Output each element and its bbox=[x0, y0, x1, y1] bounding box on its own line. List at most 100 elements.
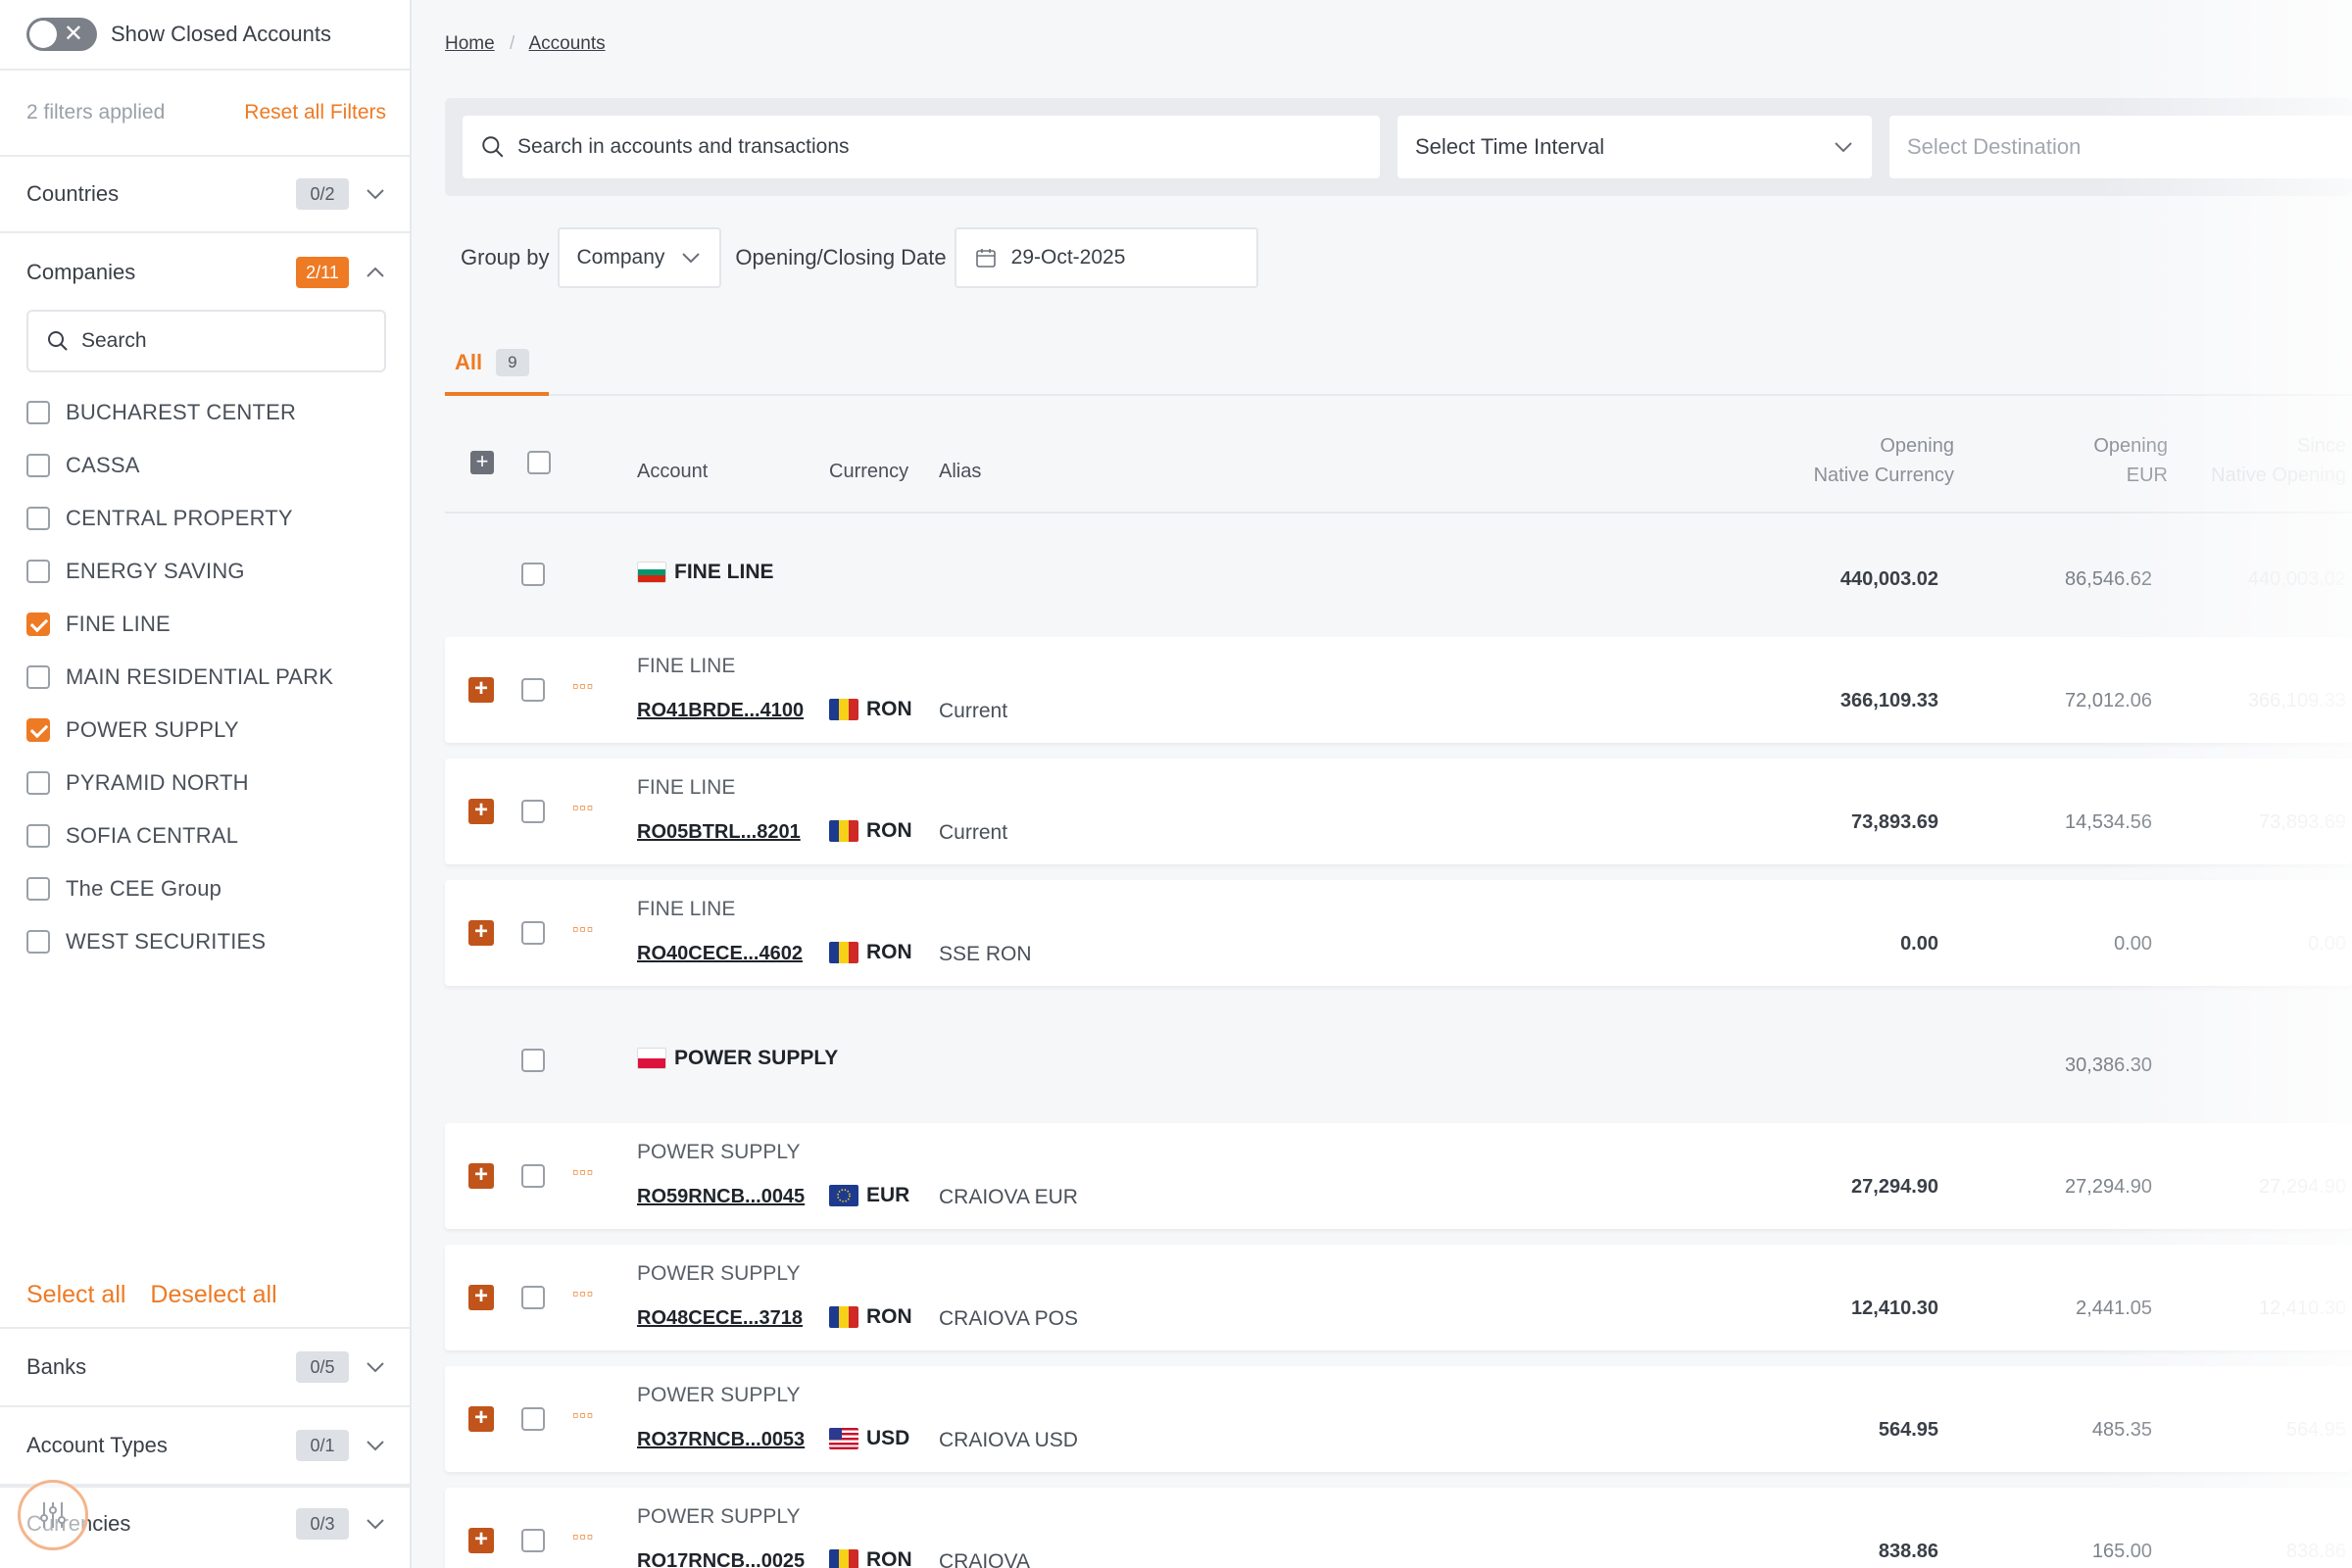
company-option[interactable]: ENERGY SAVING bbox=[0, 545, 410, 598]
account-row[interactable]: + ▫▫▫ POWER SUPPLY RO48CECE...3718 RON CRAIOV… bbox=[445, 1245, 2352, 1350]
row-menu-icon[interactable]: ▫▫▫ bbox=[572, 1527, 594, 1547]
accounts-main: Home / Accounts Search in accounts and t… bbox=[412, 0, 2352, 1568]
currency-cell: RON bbox=[829, 698, 912, 721]
company-option[interactable]: MAIN RESIDENTIAL PARK bbox=[0, 651, 410, 704]
company-option[interactable]: BUCHAREST CENTER bbox=[0, 386, 410, 439]
banks-badge: 0/5 bbox=[296, 1351, 349, 1383]
group-by-select[interactable]: Company bbox=[557, 227, 722, 288]
row-checkbox[interactable] bbox=[521, 921, 545, 945]
row-checkbox[interactable] bbox=[521, 1529, 545, 1552]
currency-code: RON bbox=[866, 819, 912, 842]
date-picker[interactable]: 29-Oct-2025 bbox=[954, 227, 1258, 288]
countries-filter-header[interactable]: Countries 0/2 bbox=[0, 157, 410, 233]
company-checkbox[interactable] bbox=[26, 877, 50, 901]
companies-filter-header[interactable]: Companies 2/11 bbox=[0, 235, 410, 310]
company-checkbox[interactable] bbox=[26, 718, 50, 742]
company-option-label: CENTRAL PROPERTY bbox=[66, 506, 293, 530]
account-number-link[interactable]: RO17RNCB...0025 bbox=[637, 1550, 805, 1568]
table-header: + Account Currency Alias Opening Native … bbox=[445, 412, 2352, 514]
company-option[interactable]: CENTRAL PROPERTY bbox=[0, 492, 410, 545]
row-checkbox[interactable] bbox=[521, 1286, 545, 1309]
expand-row-button[interactable]: + bbox=[468, 920, 494, 946]
select-all-checkbox[interactable] bbox=[527, 451, 551, 474]
account-row[interactable]: + ▫▫▫ FINE LINE RO41BRDE...4100 RON Current 36… bbox=[445, 637, 2352, 743]
company-checkbox[interactable] bbox=[26, 560, 50, 583]
row-checkbox[interactable] bbox=[521, 1164, 545, 1188]
company-option[interactable]: CASSA bbox=[0, 439, 410, 492]
company-option[interactable]: The CEE Group bbox=[0, 862, 410, 915]
breadcrumb-accounts[interactable]: Accounts bbox=[528, 33, 605, 54]
row-menu-icon[interactable]: ▫▫▫ bbox=[572, 1405, 594, 1426]
account-number-link[interactable]: RO40CECE...4602 bbox=[637, 943, 803, 965]
chevron-down-icon bbox=[367, 189, 384, 200]
currency-header: Currency bbox=[829, 461, 909, 482]
companies-search-input[interactable]: Search bbox=[26, 310, 386, 372]
row-menu-icon[interactable]: ▫▫▫ bbox=[572, 919, 594, 940]
reset-filters-link[interactable]: Reset all Filters bbox=[244, 101, 386, 124]
expand-all-button[interactable]: + bbox=[470, 451, 494, 474]
deselect-all-link[interactable]: Deselect all bbox=[150, 1281, 276, 1308]
company-checkbox[interactable] bbox=[26, 507, 50, 530]
chevron-down-icon bbox=[367, 1441, 384, 1451]
currency-code: RON bbox=[866, 1305, 912, 1328]
expand-row-button[interactable]: + bbox=[468, 677, 494, 703]
accounts-search-input[interactable]: Search in accounts and transactions bbox=[463, 116, 1380, 178]
expand-row-button[interactable]: + bbox=[468, 1285, 494, 1310]
group-checkbox[interactable] bbox=[521, 1049, 545, 1072]
company-checkbox[interactable] bbox=[26, 930, 50, 954]
row-checkbox[interactable] bbox=[521, 1407, 545, 1431]
company-option[interactable]: SOFIA CENTRAL bbox=[0, 809, 410, 862]
row-checkbox[interactable] bbox=[521, 678, 545, 702]
account-row[interactable]: + ▫▫▫ POWER SUPPLY RO17RNCB...0025 RON CRAIOV… bbox=[445, 1488, 2352, 1568]
third-column-value: 838.86 bbox=[2285, 1541, 2346, 1562]
third-column-value: 73,893.69 bbox=[2259, 811, 2346, 833]
destination-select[interactable]: Select Destination bbox=[1889, 116, 2352, 178]
row-checkbox[interactable] bbox=[521, 800, 545, 823]
group-by-value: Company bbox=[576, 246, 665, 269]
account-number-link[interactable]: RO37RNCB...0053 bbox=[637, 1429, 805, 1451]
company-checkbox[interactable] bbox=[26, 454, 50, 477]
company-option[interactable]: WEST SECURITIES bbox=[0, 915, 410, 968]
company-option[interactable]: PYRAMID NORTH bbox=[0, 757, 410, 809]
row-menu-icon[interactable]: ▫▫▫ bbox=[572, 1162, 594, 1183]
expand-row-button[interactable]: + bbox=[468, 1406, 494, 1432]
account-number-link[interactable]: RO05BTRL...8201 bbox=[637, 821, 801, 844]
company-option-label: The CEE Group bbox=[66, 876, 222, 901]
group-name: FINE LINE bbox=[637, 561, 774, 584]
company-checkbox[interactable] bbox=[26, 612, 50, 636]
select-all-link[interactable]: Select all bbox=[26, 1281, 125, 1308]
countries-label: Countries bbox=[26, 181, 120, 206]
company-checkbox[interactable] bbox=[26, 665, 50, 689]
opening-eur-value: 485.35 bbox=[2091, 1419, 2152, 1441]
tab-all[interactable]: All 9 bbox=[445, 333, 549, 396]
row-menu-icon[interactable]: ▫▫▫ bbox=[572, 676, 594, 697]
company-option[interactable]: POWER SUPPLY bbox=[0, 704, 410, 757]
row-menu-icon[interactable]: ▫▫▫ bbox=[572, 798, 594, 818]
row-company-label: POWER SUPPLY bbox=[637, 1505, 801, 1528]
company-checkbox[interactable] bbox=[26, 771, 50, 795]
row-menu-icon[interactable]: ▫▫▫ bbox=[572, 1284, 594, 1304]
account-number-link[interactable]: RO41BRDE...4100 bbox=[637, 700, 804, 722]
company-checkbox[interactable] bbox=[26, 824, 50, 848]
time-interval-select[interactable]: Select Time Interval bbox=[1397, 116, 1872, 178]
company-checkbox[interactable] bbox=[26, 401, 50, 424]
account-row[interactable]: + ▫▫▫ POWER SUPPLY RO59RNCB...0045 EUR CRAIOV… bbox=[445, 1123, 2352, 1229]
opening-native-value: 366,109.33 bbox=[1839, 690, 1938, 711]
account-number-link[interactable]: RO59RNCB...0045 bbox=[637, 1186, 805, 1208]
account-row[interactable]: + ▫▫▫ FINE LINE RO05BTRL...8201 RON Current 73… bbox=[445, 759, 2352, 864]
filter-settings-button[interactable] bbox=[18, 1480, 88, 1550]
account-row[interactable]: + ▫▫▫ FINE LINE RO40CECE...4602 RON SSE RON 0.… bbox=[445, 880, 2352, 986]
account-row[interactable]: + ▫▫▫ POWER SUPPLY RO37RNCB...0053 USD CRAIOV… bbox=[445, 1366, 2352, 1472]
group-checkbox[interactable] bbox=[521, 563, 545, 586]
company-option[interactable]: FINE LINE bbox=[0, 598, 410, 651]
chevron-down-icon bbox=[367, 1362, 384, 1373]
account-types-filter-header[interactable]: Account Types 0/1 bbox=[0, 1405, 410, 1484]
expand-row-button[interactable]: + bbox=[468, 1528, 494, 1553]
account-number-link[interactable]: RO48CECE...3718 bbox=[637, 1307, 803, 1330]
expand-row-button[interactable]: + bbox=[468, 1163, 494, 1189]
breadcrumb-home[interactable]: Home bbox=[445, 33, 495, 54]
expand-row-button[interactable]: + bbox=[468, 799, 494, 824]
banks-filter-header[interactable]: Banks 0/5 bbox=[0, 1327, 410, 1405]
show-closed-toggle[interactable]: ✕ bbox=[26, 18, 97, 51]
currency-code: USD bbox=[866, 1427, 910, 1449]
